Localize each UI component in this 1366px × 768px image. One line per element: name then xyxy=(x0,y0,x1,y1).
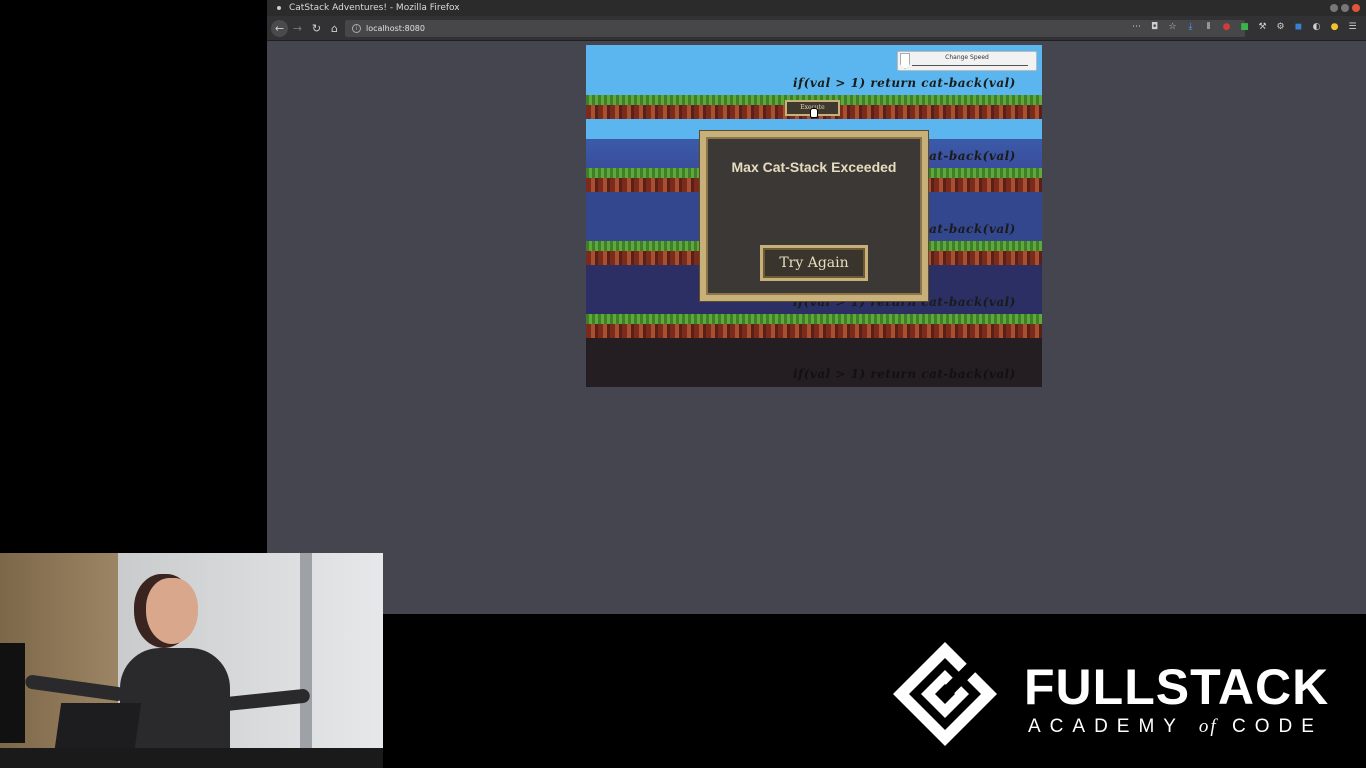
browser-window: CatStack Adventures! - Mozilla Firefox ←… xyxy=(267,0,1366,614)
hand-cursor-icon xyxy=(810,108,818,118)
speed-label: Change Speed xyxy=(945,54,989,61)
extension-blue-icon[interactable]: ◼ xyxy=(1293,22,1304,33)
close-icon[interactable] xyxy=(1352,4,1360,12)
more-icon[interactable]: ⋯ xyxy=(1131,22,1142,33)
game-canvas[interactable]: if(val > 1) return cat-back(val) if(val … xyxy=(586,45,1042,387)
fullstack-logo-icon xyxy=(893,642,997,746)
download-icon[interactable]: ⤓ xyxy=(1185,22,1196,33)
home-button[interactable]: ⌂ xyxy=(326,20,343,37)
webcam-laptop xyxy=(54,703,142,748)
browser-toolbar: ← → ↻ ⌂ i localhost:8080 ⋯ ◘ ☆ ⤓ ⫴ ● ■ ⚒… xyxy=(267,16,1366,41)
brand-title: FULLSTACK xyxy=(1024,659,1330,715)
grass-strip xyxy=(586,314,1042,324)
forward-button[interactable]: → xyxy=(289,20,306,37)
code-line: if(val > 1) return cat-back(val) xyxy=(793,367,1016,381)
back-button[interactable]: ← xyxy=(271,20,288,37)
url-text: localhost:8080 xyxy=(366,24,425,33)
bookmark-star-icon[interactable]: ☆ xyxy=(1167,22,1178,33)
minimize-icon[interactable] xyxy=(1330,4,1338,12)
dirt-strip xyxy=(586,324,1042,338)
speed-slider[interactable]: Change Speed xyxy=(897,51,1037,71)
modal-title: Max Cat-Stack Exceeded xyxy=(731,159,897,175)
presenter-head xyxy=(146,578,198,644)
extension-green-icon[interactable]: ■ xyxy=(1239,22,1250,33)
brand-subtitle-of: of xyxy=(1198,716,1218,737)
webcam-door xyxy=(300,553,312,768)
settings-icon[interactable]: ⚙ xyxy=(1275,22,1286,33)
slider-track[interactable] xyxy=(912,65,1028,66)
window-controls xyxy=(1330,4,1360,12)
slider-handle[interactable] xyxy=(900,53,910,69)
menu-icon[interactable]: ☰ xyxy=(1347,22,1358,33)
ublock-icon[interactable]: ● xyxy=(1221,22,1232,33)
code-line: if(val > 1) return cat-back(val) xyxy=(793,76,1016,90)
pocket-icon[interactable]: ◘ xyxy=(1149,22,1160,33)
brand-subtitle-code: CODE xyxy=(1231,716,1323,737)
extension-gray-icon[interactable]: ◐ xyxy=(1311,22,1322,33)
webcam-monitor xyxy=(0,643,25,743)
brand-subtitle: ACADEMY of CODE xyxy=(1028,716,1323,738)
toolbar-icons: ⋯ ◘ ☆ ⤓ ⫴ ● ■ ⚒ ⚙ ◼ ◐ ● ☰ xyxy=(1131,22,1358,33)
webcam-desk xyxy=(0,748,383,768)
game-over-modal: Max Cat-Stack Exceeded Try Again xyxy=(700,131,928,301)
brand-subtitle-academy: ACADEMY xyxy=(1028,716,1185,737)
emoji-icon[interactable]: ● xyxy=(1329,22,1340,33)
window-title: CatStack Adventures! - Mozilla Firefox xyxy=(289,3,460,13)
maximize-icon[interactable] xyxy=(1341,4,1349,12)
library-icon[interactable]: ⫴ xyxy=(1203,22,1214,33)
try-again-button[interactable]: Try Again xyxy=(760,245,868,281)
info-icon[interactable]: i xyxy=(352,24,361,33)
reload-button[interactable]: ↻ xyxy=(308,20,325,37)
firefox-icon xyxy=(277,5,281,10)
window-titlebar: CatStack Adventures! - Mozilla Firefox xyxy=(267,0,1366,16)
webcam-feed xyxy=(0,553,383,768)
screen: CatStack Adventures! - Mozilla Firefox ←… xyxy=(0,0,1366,768)
tools-icon[interactable]: ⚒ xyxy=(1257,22,1268,33)
url-bar[interactable]: i localhost:8080 xyxy=(345,20,1245,37)
